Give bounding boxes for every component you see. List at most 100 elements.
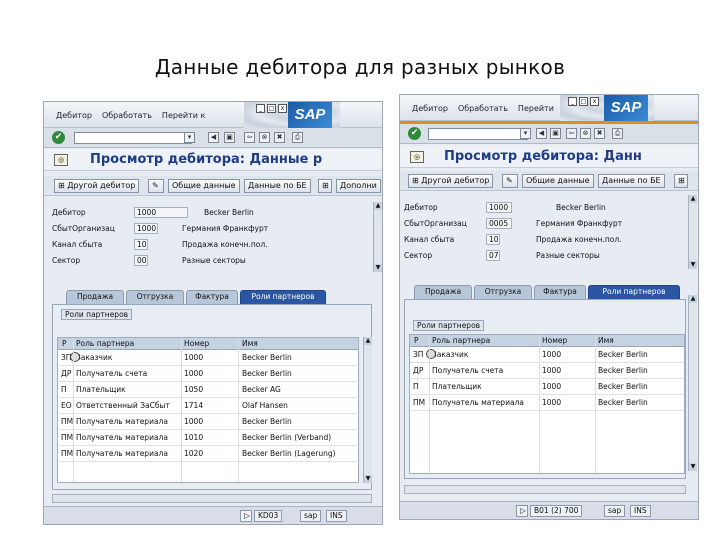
desc-debitor: Becker Berlin	[204, 208, 254, 217]
tab-shipping[interactable]: Отгрузка	[126, 290, 184, 304]
dropdown-icon[interactable]: ▾	[184, 132, 195, 143]
horizontal-scrollbar[interactable]	[52, 494, 372, 503]
table-row[interactable]: ДР Получатель счета 1000 Becker Berlin	[58, 366, 358, 382]
col-header-name[interactable]: Имя	[242, 339, 258, 348]
table-row[interactable]: ДР Получатель счета 1000 Becker Berlin	[410, 363, 684, 379]
minimize-icon[interactable]: _	[256, 104, 265, 113]
tab-billing[interactable]: Фактура	[534, 285, 586, 299]
field-channel[interactable]: 10	[134, 239, 148, 250]
menu-edit[interactable]: Обработать	[102, 111, 152, 120]
table-row[interactable]: ЗП Заказчик 1000 Becker Berlin	[58, 350, 358, 366]
cell-role: Ответственный ЗаСбыт	[76, 401, 170, 410]
other-debitor-button[interactable]: ⊞ Другой дебитор	[54, 179, 140, 193]
field-sector[interactable]: 07	[486, 250, 500, 261]
back-icon[interactable]: ◀	[208, 132, 219, 143]
cell-name: Becker Berlin	[242, 369, 292, 378]
print-icon[interactable]: ⎙	[612, 128, 623, 139]
cell-name: Olaf Hansen	[242, 401, 288, 410]
col-header-role[interactable]: Роль партнера	[76, 339, 134, 348]
field-debitor[interactable]: 1000	[134, 207, 188, 218]
general-data-button[interactable]: Общие данные	[522, 174, 594, 188]
enter-icon[interactable]: ✔	[52, 131, 65, 144]
tab-shipping[interactable]: Отгрузка	[474, 285, 532, 299]
exit-icon[interactable]: ⊗	[259, 132, 270, 143]
col-header-name[interactable]: Имя	[598, 336, 614, 345]
tab-billing[interactable]: Фактура	[186, 290, 238, 304]
cell-role: Получатель материала	[76, 433, 168, 442]
save-icon[interactable]: ▣	[550, 128, 561, 139]
cell-number: 1050	[184, 385, 204, 394]
col-header-number[interactable]: Номер	[184, 339, 209, 348]
exit-icon[interactable]: ⊗	[580, 128, 591, 139]
save-icon[interactable]: ▣	[224, 132, 235, 143]
print-icon[interactable]: ⎙	[292, 132, 303, 143]
company-code-data-button[interactable]: Данные по БЕ	[244, 179, 311, 193]
tab-partner-roles[interactable]: Роли партнеров	[588, 285, 680, 299]
cancel-icon[interactable]: ✖	[594, 128, 605, 139]
table-row[interactable]: ПМ Получатель материала 1020 Becker Berlin …	[58, 446, 358, 462]
table-scrollbar[interactable]: ▲ ▼	[363, 337, 372, 483]
page-title: Просмотр дебитора: Данные р	[90, 152, 323, 167]
cell-p: П	[413, 382, 419, 391]
horizontal-scrollbar[interactable]	[404, 485, 686, 494]
back-icon[interactable]: ◀	[536, 128, 547, 139]
maximize-icon[interactable]: □	[267, 104, 276, 113]
field-channel[interactable]: 10	[486, 234, 500, 245]
menu-goto[interactable]: Перейти к	[162, 111, 205, 120]
table-title: Роли партнеров	[61, 309, 133, 320]
system-toolbar: ✔ ▾ ◀ ▣ ⇦ ⊗ ✖ ⎙	[44, 128, 382, 148]
field-debitor[interactable]: 1000	[486, 202, 512, 213]
dropdown-icon[interactable]: ▾	[520, 128, 531, 139]
table-row[interactable]: ПМ Получатель материала 1000 Becker Berlin	[58, 414, 358, 430]
menu-debitor[interactable]: Дебитор	[412, 104, 448, 113]
form-scrollbar[interactable]: ▲ ▼	[688, 195, 697, 269]
screen-title-bar: ◎ Просмотр дебитора: Данн	[400, 146, 698, 168]
back-nav-icon[interactable]: ⇦	[244, 132, 255, 143]
status-play-icon[interactable]: ▷	[516, 505, 528, 517]
table-row[interactable]: ЕО Ответственный ЗаСбыт 1714 Olaf Hansen	[58, 398, 358, 414]
field-sector[interactable]: 00	[134, 255, 148, 266]
company-code-data-button[interactable]: Данные по БЕ	[598, 174, 665, 188]
other-debitor-button[interactable]: ⊞ Другой дебитор	[408, 174, 494, 188]
edit-toggle-button[interactable]: ✎	[502, 174, 518, 188]
tab-partner-roles[interactable]: Роли партнеров	[240, 290, 326, 304]
menu-debitor[interactable]: Дебитор	[56, 111, 92, 120]
field-sales-org[interactable]: 1000	[134, 223, 158, 234]
form-scrollbar[interactable]: ▲ ▼	[373, 202, 382, 272]
col-header-p[interactable]: Р	[414, 336, 419, 345]
table-row[interactable]: П Плательщик 1050 Becker AG	[58, 382, 358, 398]
table-row[interactable]: ПМ Получатель материала 1010 Becker Berlin …	[58, 430, 358, 446]
more-button[interactable]: ⊞	[318, 179, 332, 193]
enter-icon[interactable]: ✔	[408, 127, 421, 140]
col-header-p[interactable]: Р	[62, 339, 67, 348]
table-row[interactable]: П Плательщик 1000 Becker Berlin	[410, 379, 684, 395]
general-data-button[interactable]: Общие данные	[168, 179, 240, 193]
additional-button[interactable]: Дополни	[336, 179, 381, 193]
tab-sales[interactable]: Продажа	[414, 285, 472, 299]
edit-toggle-button[interactable]: ✎	[148, 179, 164, 193]
menu-goto[interactable]: Перейти	[518, 104, 554, 113]
cancel-icon[interactable]: ✖	[274, 132, 285, 143]
table-row[interactable]: ПМ Получатель материала 1000 Becker Berlin	[410, 395, 684, 411]
application-toolbar: ⊞ Другой дебитор ✎ Общие данные Данные п…	[400, 171, 698, 191]
back-nav-icon[interactable]: ⇦	[566, 128, 577, 139]
table-row[interactable]: ЗП Заказчик 1000 Becker Berlin	[410, 347, 684, 363]
minimize-icon[interactable]: _	[568, 97, 577, 106]
cell-p: ПМ	[61, 433, 74, 442]
command-field[interactable]	[428, 128, 528, 140]
close-icon[interactable]: x	[278, 104, 287, 113]
tab-sales[interactable]: Продажа	[66, 290, 124, 304]
more-button[interactable]: ⊞	[674, 174, 688, 188]
col-header-number[interactable]: Номер	[542, 336, 567, 345]
col-header-role[interactable]: Роль партнера	[432, 336, 490, 345]
close-icon[interactable]: x	[590, 97, 599, 106]
status-transaction: B01 (2) 700	[530, 505, 583, 517]
system-toolbar: ✔ ▾ ◀ ▣ ⇦ ⊗ ✖ ⎙	[400, 124, 698, 144]
field-sales-org[interactable]: 0005	[486, 218, 512, 229]
table-header: Р Роль партнера Номер Имя	[410, 335, 684, 347]
menu-edit[interactable]: Обработать	[458, 104, 508, 113]
command-field[interactable]	[74, 132, 192, 144]
maximize-icon[interactable]: □	[579, 97, 588, 106]
status-play-icon[interactable]: ▷	[240, 510, 252, 522]
table-scrollbar[interactable]: ▲ ▼	[688, 295, 697, 471]
